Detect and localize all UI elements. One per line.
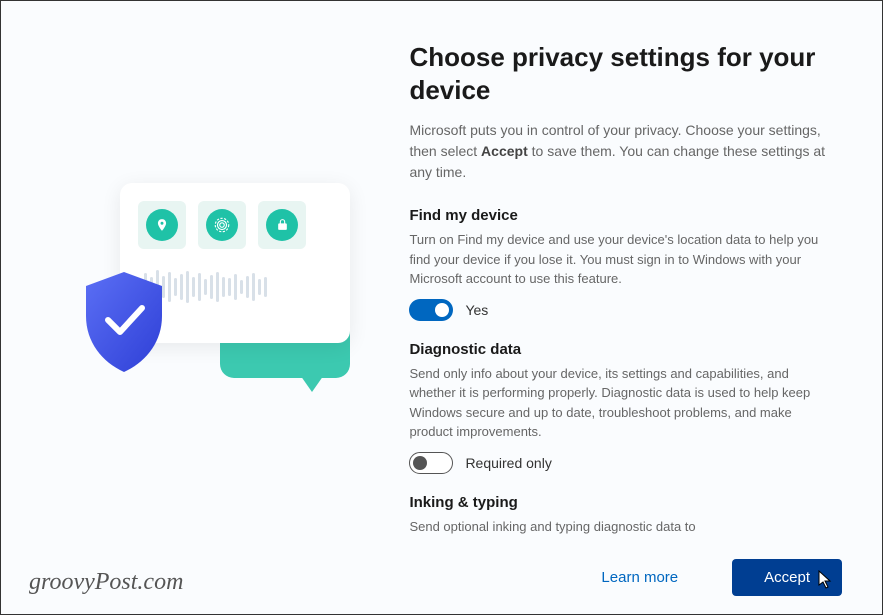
content-panel: Choose privacy settings for your device … <box>399 31 862 594</box>
learn-more-link[interactable]: Learn more <box>601 569 678 586</box>
toggle-label: Required only <box>465 455 551 471</box>
footer: Learn more Accept <box>601 559 842 596</box>
privacy-illustration <box>60 173 360 453</box>
setting-find-my-device: Find my device Turn on Find my device an… <box>409 207 827 321</box>
setting-description: Send optional inking and typing diagnost… <box>409 517 827 537</box>
intro-text: Microsoft puts you in control of your pr… <box>409 120 827 183</box>
setting-inking-typing: Inking & typing Send optional inking and… <box>409 494 827 537</box>
illustration-panel <box>21 31 399 594</box>
find-device-toggle[interactable] <box>409 299 453 321</box>
setting-title: Find my device <box>409 207 827 224</box>
setting-description: Turn on Find my device and use your devi… <box>409 230 827 289</box>
page-title: Choose privacy settings for your device <box>409 41 827 106</box>
setting-title: Inking & typing <box>409 494 827 511</box>
setting-diagnostic-data: Diagnostic data Send only info about you… <box>409 341 827 474</box>
fingerprint-icon <box>198 201 246 249</box>
location-icon <box>138 201 186 249</box>
diagnostic-toggle[interactable] <box>409 452 453 474</box>
shield-icon <box>78 268 170 376</box>
cursor-icon <box>818 570 834 590</box>
watermark: groovyPost.com <box>29 569 183 596</box>
toggle-label: Yes <box>465 302 488 318</box>
setting-title: Diagnostic data <box>409 341 827 358</box>
lock-icon <box>258 201 306 249</box>
setting-description: Send only info about your device, its se… <box>409 364 827 442</box>
